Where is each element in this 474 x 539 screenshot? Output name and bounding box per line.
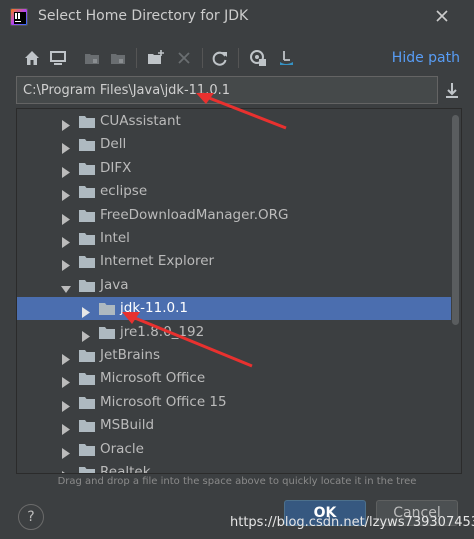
new-folder-icon[interactable] [146,48,166,68]
tree-row[interactable]: Microsoft Office 15 [17,391,451,414]
tree-scrollbar[interactable] [452,115,459,325]
toolbar: Hide path [0,42,474,72]
tree-row[interactable]: CUAssistant [17,110,451,133]
folder-link-icon[interactable] [276,48,296,68]
chevron-right-icon[interactable] [61,163,71,178]
tree-row[interactable]: Microsoft Office [17,367,451,390]
help-button[interactable]: ? [18,504,44,530]
chevron-down-icon[interactable] [61,280,71,293]
directory-tree[interactable]: Realtek Oracle MSBuild Microsoft Office 15 M… [16,108,462,474]
folder-icon [79,465,95,473]
chevron-right-icon[interactable] [61,256,71,272]
download-icon[interactable] [443,80,461,100]
tree-row-label: CUAssistant [100,113,181,129]
watermark: https://blog.csdn.net/lzyws739307453 [230,515,474,530]
tree-row-label: eclipse [100,183,148,200]
tree-row-label: Microsoft Office [100,370,206,387]
tree-row[interactable]: jre1.8.0_192 [17,321,451,344]
hide-path-link[interactable]: Hide path [392,50,460,66]
tree-row[interactable]: jdk-11.0.1 [17,297,451,321]
chevron-right-icon[interactable] [61,233,71,248]
folder-icon [79,371,95,386]
tree-row-label: JetBrains [100,347,161,363]
folder-icon [79,278,95,292]
chevron-right-icon[interactable] [61,444,71,459]
refresh-icon[interactable] [210,48,230,68]
chevron-right-icon[interactable] [61,420,71,436]
folder-icon [79,395,95,409]
tree-row-label: Dell [100,136,127,153]
folder-icon [79,231,95,245]
chevron-right-icon[interactable] [61,397,71,412]
tree-row[interactable]: JetBrains [17,344,451,367]
tree-row-label: Intel [100,230,130,246]
chevron-right-icon[interactable] [61,186,71,202]
tree-row[interactable]: MSBuild [17,414,451,437]
toolbar-separator [238,48,239,68]
module-icon[interactable] [108,48,128,68]
chevron-right-icon[interactable] [61,373,71,389]
tree-row-label: Java [100,276,129,293]
chevron-right-icon[interactable] [61,210,71,225]
tree-row[interactable]: Java [17,274,451,297]
tree-row-label: jre1.8.0_192 [120,323,205,340]
intellij-logo-icon [10,8,28,26]
tree-row-label: FreeDownloadManager.ORG [100,206,289,223]
tree-row[interactable]: FreeDownloadManager.ORG [17,204,451,227]
folder-icon [79,161,95,175]
folder-icon [79,114,95,128]
chevron-right-icon[interactable] [61,116,71,131]
toolbar-separator [202,48,203,68]
folder-icon [99,301,115,316]
tree-row[interactable]: Internet Explorer [17,250,451,273]
window-title: Select Home Directory for JDK [38,8,249,24]
tree-row-label: Microsoft Office 15 [100,393,227,410]
tree-row[interactable]: Oracle [17,438,451,461]
folder-icon [79,442,95,456]
folder-icon [79,418,95,433]
project-icon[interactable] [82,48,102,68]
tree-row[interactable]: Realtek [17,461,451,474]
folder-icon [79,254,95,269]
chevron-right-icon[interactable] [61,139,71,155]
chevron-right-icon[interactable] [61,350,71,365]
tree-row[interactable]: eclipse [17,180,451,203]
toolbar-separator [136,48,137,68]
chevron-right-icon[interactable] [81,303,91,319]
drag-drop-hint: Drag and drop a file into the space abov… [57,476,417,487]
tree-row-label: Realtek [100,464,151,474]
tree-row-label: Oracle [100,440,144,457]
title-bar: Select Home Directory for JDK [0,0,474,34]
folder-icon [79,184,95,199]
tree-row-label: jdk-11.0.1 [120,300,188,317]
tree-row-label: MSBuild [100,417,155,434]
path-field[interactable] [16,76,438,104]
tree-row[interactable]: DIFX [17,157,451,180]
tree-row-label: DIFX [100,159,132,176]
folder-icon [79,208,95,222]
home-icon[interactable] [22,48,42,68]
chevron-right-icon[interactable] [61,467,71,473]
folder-icon [79,348,95,362]
chevron-right-icon[interactable] [81,327,91,342]
tree-row-label: Internet Explorer [100,253,215,270]
folder-icon [99,325,115,339]
folder-icon [79,137,95,152]
close-icon[interactable] [432,6,452,26]
desktop-icon[interactable] [48,48,68,68]
tree-row[interactable]: Dell [17,133,451,156]
show-hidden-icon[interactable] [248,48,268,68]
delete-icon[interactable] [174,48,194,68]
path-input[interactable] [17,77,437,103]
tree-row[interactable]: Intel [17,227,451,250]
